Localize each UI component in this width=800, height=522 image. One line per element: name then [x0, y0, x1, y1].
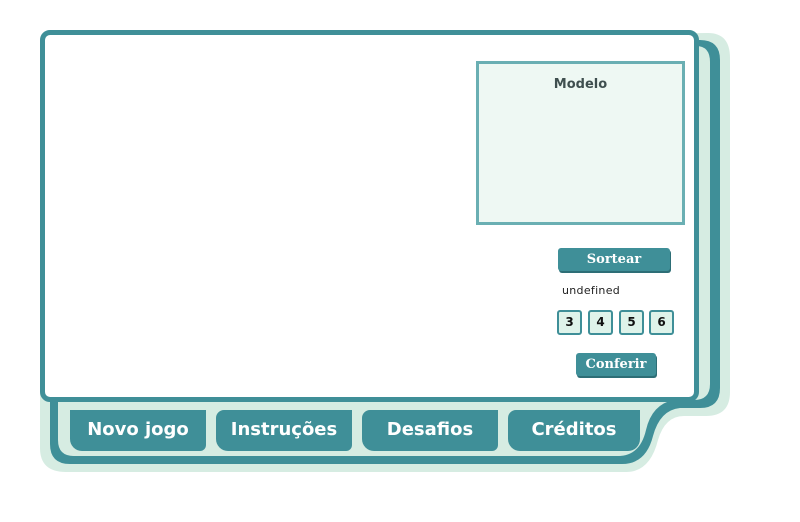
tab-desafios[interactable]: Desafios: [362, 410, 498, 451]
tab-instrucoes[interactable]: Instruções: [216, 410, 352, 451]
number-option-5[interactable]: 5: [619, 310, 644, 335]
tab-creditos[interactable]: Créditos: [508, 410, 640, 451]
number-option-6[interactable]: 6: [649, 310, 674, 335]
tab-novo-jogo[interactable]: Novo jogo: [70, 410, 206, 451]
number-option-4[interactable]: 4: [588, 310, 613, 335]
modelo-title: Modelo: [553, 77, 608, 92]
conferir-button[interactable]: Conferir: [576, 353, 656, 376]
modelo-panel: Modelo: [476, 61, 685, 225]
number-option-3[interactable]: 3: [557, 310, 582, 335]
status-text: undefined: [562, 284, 621, 297]
sortear-button[interactable]: Sortear: [558, 248, 670, 271]
